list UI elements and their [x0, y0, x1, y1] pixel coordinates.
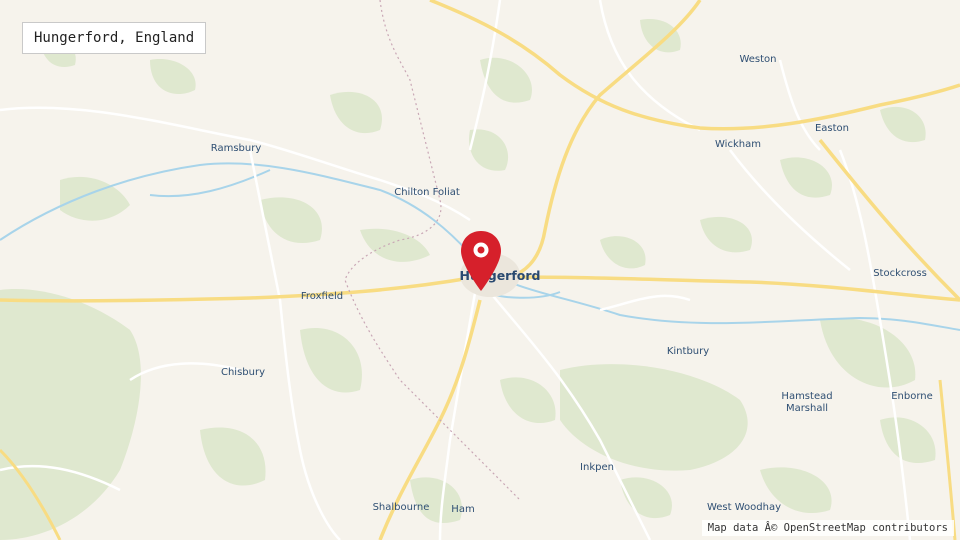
- map-attribution[interactable]: Map data Â© OpenStreetMap contributors: [701, 520, 954, 536]
- place-label-kintbury: Kintbury: [666, 346, 710, 357]
- place-label-weston: Weston: [739, 54, 777, 65]
- place-label-wickham: Wickham: [715, 139, 761, 150]
- place-label-hamstead-line1: Hamstead: [781, 391, 833, 402]
- place-label-chisbury: Chisbury: [220, 367, 266, 378]
- location-label: Hungerford, England: [22, 22, 207, 54]
- place-label-shalbourne: Shalbourne: [372, 502, 430, 513]
- place-label-froxfield: Froxfield: [300, 291, 344, 302]
- place-label-hamstead-line2: Marshall: [785, 403, 829, 414]
- place-label-enborne: Enborne: [891, 391, 933, 402]
- place-label-west-woodhay: West Woodhay: [706, 502, 782, 513]
- place-label-stockcross: Stockcross: [873, 268, 927, 279]
- place-label-inkpen: Inkpen: [580, 462, 614, 473]
- place-label-ham: Ham: [451, 504, 475, 515]
- place-label-easton: Easton: [814, 123, 850, 134]
- place-label-chilton-foliat: Chilton Foliat: [394, 187, 460, 198]
- location-label-text: Hungerford, England: [34, 30, 195, 46]
- map-pin-icon[interactable]: [459, 229, 503, 293]
- place-label-hamstead-marshall: Hamstead Marshall: [768, 391, 846, 415]
- place-label-ramsbury: Ramsbury: [210, 143, 262, 154]
